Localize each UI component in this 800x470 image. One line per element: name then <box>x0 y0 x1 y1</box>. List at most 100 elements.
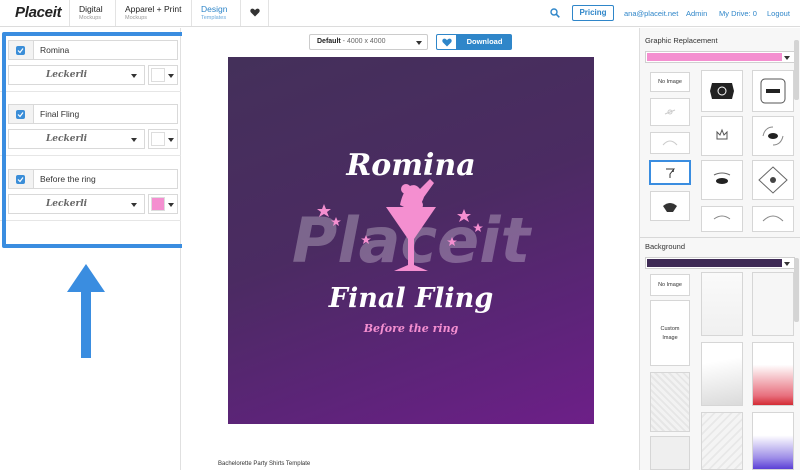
color-swatch <box>151 68 165 82</box>
section-divider <box>640 237 800 238</box>
design-line-1: Romina <box>345 148 475 183</box>
graphic-thumb[interactable] <box>701 116 743 156</box>
layer-1-text-input[interactable] <box>33 40 178 60</box>
size-select[interactable]: Default - 4000 x 4000 <box>309 34 428 50</box>
text-layer-3-row <box>8 169 178 189</box>
graphic-thumb[interactable] <box>650 98 690 126</box>
no-image-label: No Image <box>658 79 682 85</box>
layer-2-text-input[interactable] <box>33 104 178 124</box>
options-panel: Graphic Replacement No Image Background … <box>639 28 800 470</box>
graphic-scrollbar[interactable] <box>794 40 799 100</box>
background-thumb[interactable] <box>752 272 794 336</box>
layer-divider <box>0 155 181 156</box>
text-layers-panel: Leckerli Leckerli <box>0 28 181 470</box>
ornament-icon <box>664 109 676 115</box>
text-layer-1-row <box>8 40 178 60</box>
logout-link[interactable]: Logout <box>767 9 790 18</box>
background-thumb[interactable] <box>752 412 794 470</box>
text-layer-1: Leckerli <box>0 40 181 102</box>
layer-2-color-picker[interactable] <box>148 129 178 149</box>
editor-canvas-area: Default - 4000 x 4000 Download Placeit R… <box>182 28 638 470</box>
font-name: Leckerli <box>45 199 88 209</box>
checkbox-checked <box>16 46 25 55</box>
graphic-thumb[interactable] <box>650 132 690 154</box>
graphic-thumb[interactable] <box>752 70 794 112</box>
design-line-3: Before the ring <box>363 322 459 335</box>
background-thumb[interactable] <box>701 342 743 406</box>
tab-apparel-sub: Mockups <box>125 15 148 21</box>
tab-apparel-label: Apparel + Print <box>125 4 182 14</box>
tab-digital[interactable]: Digital Mockups <box>69 0 112 26</box>
account-email-link[interactable]: ana@placeit.net <box>624 9 678 18</box>
layer-1-color-picker[interactable] <box>148 65 178 85</box>
layer-1-checkbox[interactable] <box>8 40 33 60</box>
my-drive-link[interactable]: My Drive: 0 <box>719 9 757 18</box>
annotation-arrow-icon <box>67 264 105 358</box>
download-button[interactable]: Download <box>457 34 512 50</box>
graphic-thumb[interactable] <box>752 206 794 232</box>
no-image-label: No Image <box>658 282 682 288</box>
graphic-thumb[interactable] <box>701 70 743 112</box>
graphic-thumb-selected[interactable] <box>649 160 691 185</box>
lips-icon <box>762 126 784 146</box>
text-layer-3: Leckerli <box>0 169 181 231</box>
frame-icon <box>758 166 788 194</box>
tab-digital-label: Digital <box>79 4 103 14</box>
chevron-down-icon <box>168 203 174 207</box>
check-icon <box>17 112 24 118</box>
design-artwork: Placeit Romina Final Fling Be <box>292 148 533 335</box>
tab-design-label: Design <box>201 4 228 14</box>
color-fill <box>647 53 782 61</box>
heart-icon <box>442 38 452 47</box>
background-color-select[interactable] <box>645 257 795 269</box>
font-name: Leckerli <box>45 134 88 144</box>
layer-3-font-select[interactable]: Leckerli <box>8 194 145 214</box>
favorite-button[interactable] <box>436 34 457 50</box>
graphic-thumb[interactable] <box>701 160 743 200</box>
layer-2-checkbox[interactable] <box>8 104 33 124</box>
background-thumb[interactable] <box>701 412 743 470</box>
top-navbar: Placeit Digital Mockups Apparel + Print … <box>0 0 800 27</box>
tab-design[interactable]: Design Templates <box>191 0 236 26</box>
pricing-button[interactable]: Pricing <box>572 5 614 21</box>
layer-divider <box>0 91 181 92</box>
tab-apparel-print[interactable]: Apparel + Print Mockups <box>115 0 190 26</box>
background-thumb[interactable] <box>650 372 690 432</box>
check-icon <box>17 177 24 183</box>
layer-3-checkbox[interactable] <box>8 169 33 189</box>
favorites-tab[interactable] <box>240 0 269 26</box>
design-preview[interactable]: Placeit Romina Final Fling Be <box>228 57 594 424</box>
custom-image-thumb[interactable]: Custom Image <box>650 300 690 366</box>
layer-3-color-picker[interactable] <box>148 194 178 214</box>
placeit-logo[interactable]: Placeit <box>15 4 62 21</box>
graphic-color-select[interactable] <box>645 51 795 63</box>
font-name: Leckerli <box>45 70 88 80</box>
color-swatch <box>151 132 165 146</box>
search-icon[interactable] <box>550 8 560 18</box>
frame-icon <box>760 78 786 104</box>
background-none-thumb[interactable]: No Image <box>650 274 690 296</box>
graphic-thumb[interactable] <box>650 191 690 221</box>
design-line-2: Final Fling <box>328 283 493 314</box>
chevron-down-icon <box>131 203 137 207</box>
layer-2-font-select[interactable]: Leckerli <box>8 129 145 149</box>
chevron-down-icon <box>416 41 422 45</box>
bat-icon <box>663 203 677 212</box>
layer-3-text-input[interactable] <box>33 169 178 189</box>
layer-1-font-select[interactable]: Leckerli <box>8 65 145 85</box>
tab-digital-sub: Mockups <box>79 15 102 21</box>
graphic-thumb[interactable] <box>701 206 743 232</box>
background-thumb[interactable] <box>650 436 690 470</box>
background-thumb[interactable] <box>701 272 743 336</box>
graphic-none-thumb[interactable]: No Image <box>650 72 690 92</box>
lips-icon <box>713 172 731 184</box>
size-label: Default <box>317 38 341 45</box>
template-title: Bachelorette Party Shirts Template <box>218 461 311 467</box>
background-scrollbar[interactable] <box>794 258 799 322</box>
graphic-thumb[interactable] <box>752 160 794 200</box>
chevron-down-icon <box>784 262 790 266</box>
admin-link[interactable]: Admin <box>686 9 707 18</box>
background-thumb[interactable] <box>752 342 794 406</box>
graphic-thumb[interactable] <box>752 116 794 156</box>
chevron-down-icon <box>131 138 137 142</box>
